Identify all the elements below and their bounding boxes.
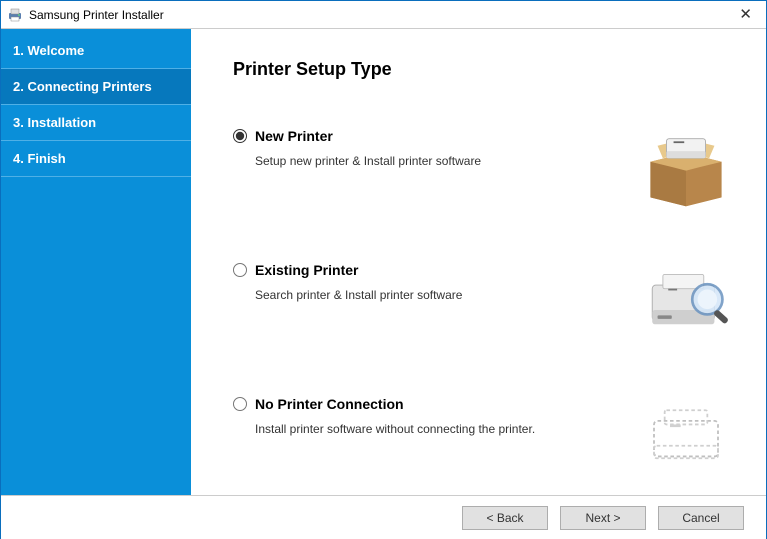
window-title: Samsung Printer Installer	[29, 8, 164, 22]
option-title: Existing Printer	[255, 262, 358, 278]
option-existing-printer[interactable]: Existing Printer Search printer & Instal…	[233, 262, 746, 342]
radio-row-existing-printer[interactable]: Existing Printer	[233, 262, 616, 278]
sidebar-item-installation[interactable]: 3. Installation	[1, 105, 191, 141]
page-title: Printer Setup Type	[233, 59, 746, 80]
body-area: 1. Welcome 2. Connecting Printers 3. Ins…	[1, 29, 766, 495]
no-printer-icon	[626, 396, 746, 476]
radio-row-no-printer[interactable]: No Printer Connection	[233, 396, 616, 412]
main-content: Printer Setup Type New Printer Setup new…	[191, 29, 766, 495]
sidebar-item-label: 4. Finish	[13, 151, 66, 166]
option-no-printer-connection[interactable]: No Printer Connection Install printer so…	[233, 396, 746, 476]
existing-printer-icon	[626, 262, 746, 342]
back-button[interactable]: < Back	[462, 506, 548, 530]
sidebar-item-connecting-printers[interactable]: 2. Connecting Printers	[1, 69, 191, 105]
option-description: Search printer & Install printer softwar…	[255, 288, 616, 302]
radio-no-printer[interactable]	[233, 397, 247, 411]
sidebar-item-finish[interactable]: 4. Finish	[1, 141, 191, 177]
titlebar: Samsung Printer Installer ✕	[1, 1, 766, 29]
sidebar-item-label: 2. Connecting Printers	[13, 79, 152, 94]
footer: < Back Next > Cancel	[1, 495, 766, 539]
cancel-button[interactable]: Cancel	[658, 506, 744, 530]
sidebar: 1. Welcome 2. Connecting Printers 3. Ins…	[1, 29, 191, 495]
radio-existing-printer[interactable]	[233, 263, 247, 277]
radio-row-new-printer[interactable]: New Printer	[233, 128, 616, 144]
app-icon	[7, 7, 23, 23]
next-button[interactable]: Next >	[560, 506, 646, 530]
radio-new-printer[interactable]	[233, 129, 247, 143]
option-description: Setup new printer & Install printer soft…	[255, 154, 616, 168]
sidebar-item-label: 3. Installation	[13, 115, 96, 130]
option-title: New Printer	[255, 128, 333, 144]
new-printer-icon	[626, 128, 746, 208]
option-description: Install printer software without connect…	[255, 422, 616, 436]
sidebar-item-welcome[interactable]: 1. Welcome	[1, 33, 191, 69]
option-title: No Printer Connection	[255, 396, 404, 412]
sidebar-item-label: 1. Welcome	[13, 43, 84, 58]
close-icon[interactable]: ✕	[735, 5, 756, 23]
option-new-printer[interactable]: New Printer Setup new printer & Install …	[233, 128, 746, 208]
